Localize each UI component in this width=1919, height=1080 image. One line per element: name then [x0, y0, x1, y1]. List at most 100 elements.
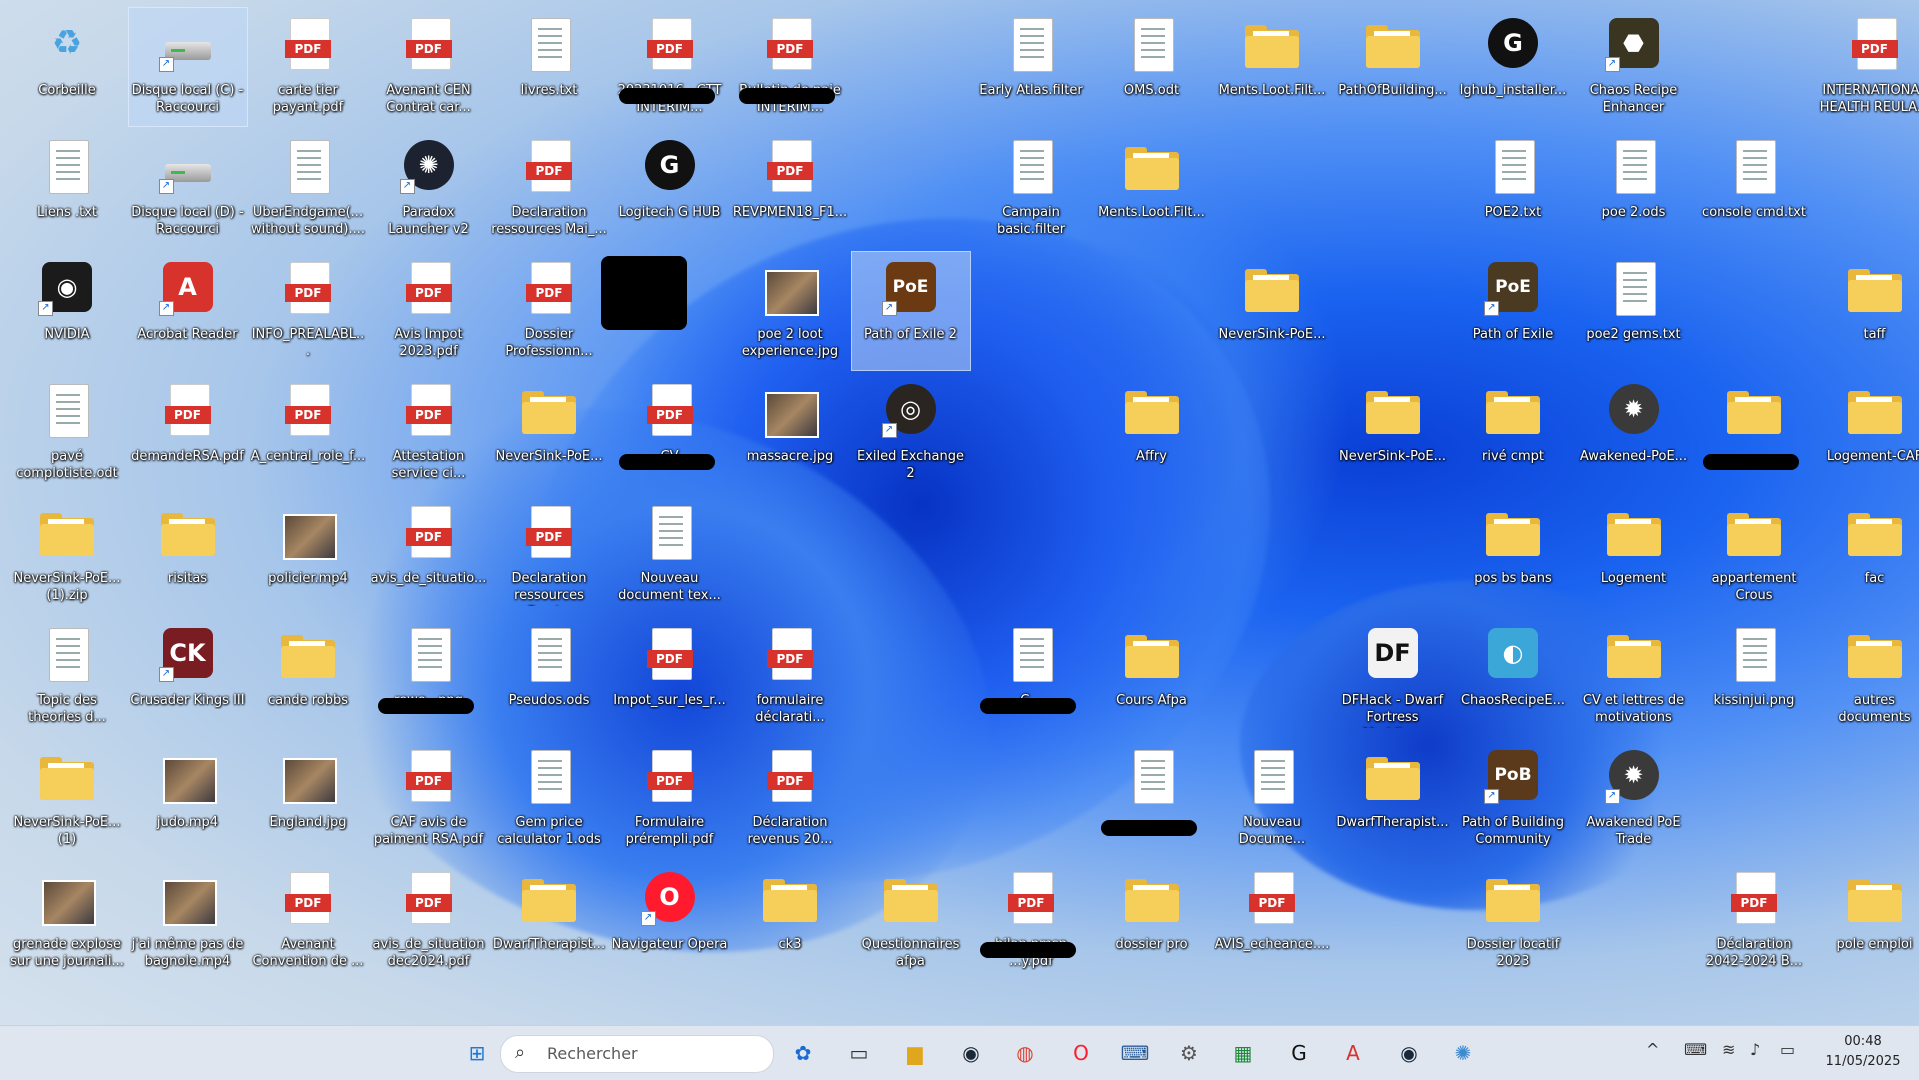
desktop-icon-doc[interactable]: rewe...png — [370, 618, 488, 736]
desktop-icon-pdf[interactable]: PDFdemandeRSA.pdf — [129, 374, 247, 492]
desktop-icon-folder[interactable]: cande robbs — [249, 618, 367, 736]
desktop-icon-folder[interactable]: pole emploi — [1816, 862, 1919, 980]
desktop-icon-folder[interactable]: risitas — [129, 496, 247, 614]
chrome-icon[interactable]: ◍ — [1008, 1036, 1042, 1070]
desktop-icon-doc[interactable]: OMS.odt — [1093, 8, 1211, 126]
desktop-icon-folder[interactable]: Logement-CAF — [1816, 374, 1919, 492]
desktop-icon-app[interactable]: ✹↗Awakened PoE Trade — [1575, 740, 1693, 858]
desktop-icon-app[interactable]: PoE↗Path of Exile 2 — [852, 252, 970, 370]
desktop-icon-folder[interactable]: ck3 — [731, 862, 849, 980]
desktop-icon-img[interactable]: judo.mp4 — [129, 740, 247, 858]
logitech-icon[interactable]: G — [1282, 1036, 1316, 1070]
desktop-icon-doc[interactable]: Campain basic.filter — [972, 130, 1090, 248]
desktop-icon-pdf[interactable]: PDFAttestation service ci... — [370, 374, 488, 492]
desktop-icon-pdf[interactable]: PDFCV — [611, 374, 729, 492]
desktop-icon-folder[interactable]: dossier pro — [1093, 862, 1211, 980]
desktop-icon-app[interactable]: O↗Navigateur Opera — [611, 862, 729, 980]
desktop-icon-pdf[interactable]: PDFA_central_role_f... — [249, 374, 367, 492]
desktop-icon-doc[interactable]: Topic des theories d... — [8, 618, 126, 736]
steam-icon[interactable]: ◉ — [954, 1036, 988, 1070]
desktop-icon-pdf[interactable]: PDFcarte tier payant.pdf — [249, 8, 367, 126]
desktop-icon-app[interactable]: DFDFHack - Dwarf Fortress Moddin... — [1334, 618, 1452, 736]
opera-icon[interactable]: O — [1064, 1036, 1098, 1070]
desktop-icon-doc[interactable]: Gem price calculator 1.ods — [490, 740, 608, 858]
desktop-icon-folder[interactable]: PathOfBuilding... — [1334, 8, 1452, 126]
desktop-icon-doc[interactable]: Nouveau Docume... — [1213, 740, 1331, 858]
keyboard-icon[interactable]: ⌨ — [1684, 1040, 1707, 1059]
desktop-icon-folder[interactable]: Affry — [1093, 374, 1211, 492]
desktop-icon-folder[interactable]: NeverSink-PoE... — [1334, 374, 1452, 492]
tray-chevron-icon[interactable]: ^ — [1646, 1040, 1659, 1059]
desktop-icon-doc[interactable]: kissinjui.png — [1695, 618, 1813, 736]
desktop-icon-drive[interactable]: ↗Disque local (D) - Raccourci — [129, 130, 247, 248]
desktop-icon-pdf[interactable]: PDFDossier Professionn... — [490, 252, 608, 370]
desktop-icon-pdf[interactable]: PDF20231016 - CTT INTERIM... — [611, 8, 729, 126]
desktop-icon-pdf[interactable]: PDFDéclaration 2042-2024 B... — [1695, 862, 1813, 980]
desktop-icon-doc[interactable] — [1093, 740, 1211, 858]
desktop-icon-app[interactable]: CK↗Crusader Kings III — [129, 618, 247, 736]
desktop-icon-pdf[interactable]: PDFREVPMEN18_F1... — [731, 130, 849, 248]
desktop-icon-folder[interactable]: Ments.Loot.Filt... — [1093, 130, 1211, 248]
search-box[interactable]: ⌕ Rechercher — [500, 1035, 774, 1073]
desktop-icon-img[interactable]: poe 2 loot experience.jpg — [731, 252, 849, 370]
desktop-icon-doc[interactable]: poe2 gems.txt — [1575, 252, 1693, 370]
desktop-icon-pdf[interactable]: PDFAvis Impot 2023.pdf — [370, 252, 488, 370]
desktop-icon-img[interactable]: j'ai même pas de bagnole.mp4 — [129, 862, 247, 980]
desktop-icon-folder[interactable]: rivé cmpt — [1454, 374, 1572, 492]
steam-icon-2[interactable]: ◉ — [1392, 1036, 1426, 1070]
desktop-icon-app[interactable]: ◉↗NVIDIA — [8, 252, 126, 370]
desktop-icon-pdf[interactable]: PDFavis_de_situatio... — [370, 496, 488, 614]
desktop-icon-doc[interactable]: UberEndgame(... without sound).... — [249, 130, 367, 248]
desktop[interactable]: ♻Corbeille↗Disque local (C) - RaccourciP… — [0, 0, 1919, 1079]
desktop-icon-folder[interactable]: Dossier locatif 2023 — [1454, 862, 1572, 980]
desktop-icon-folder[interactable]: appartement Crous — [1695, 496, 1813, 614]
desktop-icon-pdf[interactable]: PDFINFO_PREALABL... — [249, 252, 367, 370]
desktop-icon-pdf[interactable]: PDFCAF avis de paiment RSA.pdf — [370, 740, 488, 858]
desktop-icon-pdf[interactable]: PDFformulaire déclarati... — [731, 618, 849, 736]
desktop-icon-pdf[interactable]: PDFAvenant Convention de ... — [249, 862, 367, 980]
desktop-icon-folder[interactable]: NeverSink-PoE... — [490, 374, 608, 492]
task-view-icon[interactable]: ▭ — [842, 1036, 876, 1070]
desktop-icon-folder[interactable]: Ments.Loot.Filt... — [1213, 8, 1331, 126]
desktop-icon-app[interactable]: GLogitech G HUB — [611, 130, 729, 248]
settings-icon[interactable]: ⚙ — [1172, 1036, 1206, 1070]
desktop-icon-doc[interactable]: pavé complotiste.odt — [8, 374, 126, 492]
desktop-icon-pdf[interactable]: PDFImpot_sur_les_r... — [611, 618, 729, 736]
desktop-icon-img[interactable]: policier.mp4 — [249, 496, 367, 614]
file-explorer-icon[interactable]: ▆ — [898, 1036, 932, 1070]
desktop-icon-folder[interactable]: DwarfTherapist... — [490, 862, 608, 980]
keyboard-app-icon[interactable]: ⌨ — [1118, 1036, 1152, 1070]
desktop-icon-folder[interactable]: pos bs bans — [1454, 496, 1572, 614]
desktop-icon-doc[interactable]: C... — [972, 618, 1090, 736]
desktop-icon-app[interactable]: ⬣↗Chaos Recipe Enhancer — [1575, 8, 1693, 126]
desktop-icon-doc[interactable]: Liens .txt — [8, 130, 126, 248]
desktop-icon-folder[interactable]: NeverSink-PoE... — [1213, 252, 1331, 370]
desktop-icon-doc[interactable]: livres.txt — [490, 8, 608, 126]
desktop-icon-folder[interactable] — [1695, 374, 1813, 492]
spreadsheet-icon[interactable]: ▦ — [1226, 1036, 1260, 1070]
desktop-icon-img[interactable]: massacre.jpg — [731, 374, 849, 492]
battery-icon[interactable]: ▭ — [1780, 1040, 1795, 1059]
desktop-icon-drive[interactable]: ↗Disque local (C) - Raccourci — [129, 8, 247, 126]
desktop-icon-folder[interactable]: Cours Afpa — [1093, 618, 1211, 736]
desktop-icon-doc[interactable]: POE2.txt — [1454, 130, 1572, 248]
desktop-icon-folder[interactable]: CV et lettres de motivations — [1575, 618, 1693, 736]
desktop-icon-folder[interactable]: DwarfTherapist... — [1334, 740, 1452, 858]
desktop-icon-app[interactable]: PoE↗Path of Exile — [1454, 252, 1572, 370]
copilot-icon[interactable]: ✿ — [786, 1036, 820, 1070]
desktop-icon-pdf[interactable]: PDFAvenant CEN Contrat car... — [370, 8, 488, 126]
desktop-icon-pdf[interactable]: PDFFormulaire prérempli.pdf — [611, 740, 729, 858]
desktop-icon-pdf[interactable]: PDFbilan pmsp ...y.pdf — [972, 862, 1090, 980]
desktop-icon-folder[interactable]: NeverSink-PoE... (1).zip — [8, 496, 126, 614]
acrobat-icon[interactable]: A — [1336, 1036, 1370, 1070]
volume-icon[interactable]: ♪ — [1750, 1040, 1760, 1059]
desktop-icon-app[interactable]: PoB↗Path of Building Community — [1454, 740, 1572, 858]
desktop-icon-app[interactable]: ◎↗Exiled Exchange 2 — [852, 374, 970, 492]
desktop-icon-pdf[interactable]: PDFDeclaration ressources Mai_... — [490, 130, 608, 248]
desktop-icon-app[interactable]: Glghub_installer... — [1454, 8, 1572, 126]
desktop-icon-redact[interactable] — [611, 252, 729, 370]
desktop-icon-doc[interactable]: console cmd.txt — [1695, 130, 1813, 248]
app-icon[interactable]: ✺ — [1446, 1036, 1480, 1070]
desktop-icon-app[interactable]: ✹Awakened-PoE... — [1575, 374, 1693, 492]
desktop-icon-app[interactable]: ◐ChaosRecipeE... — [1454, 618, 1572, 736]
